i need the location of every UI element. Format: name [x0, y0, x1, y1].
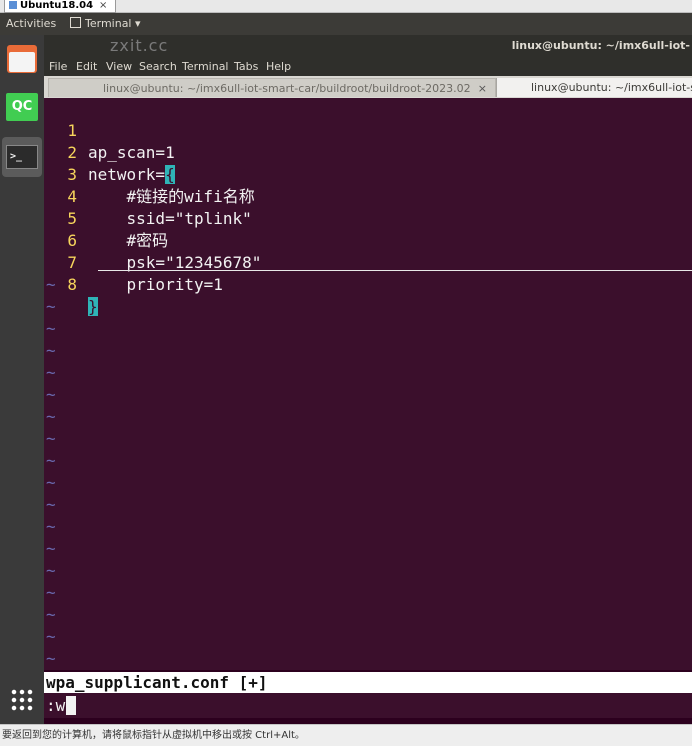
empty-line-tilde: ~ [46, 495, 56, 514]
code-line: 7 priority=1 [44, 230, 692, 294]
code-line: 5 #密码 [44, 186, 692, 250]
activities-button[interactable]: Activities [6, 13, 56, 35]
menu-view[interactable]: View [106, 57, 132, 76]
files-app-icon[interactable] [2, 39, 42, 79]
top-panel: Activities Terminal ▾ [0, 13, 692, 35]
empty-line-tilde: ~ [46, 341, 56, 360]
empty-line-tilde: ~ [46, 473, 56, 492]
files-drawer-icon [9, 52, 35, 72]
tab-label: linux@ubuntu: ~/imx6ull-iot-smart-car/bu… [103, 82, 471, 95]
cursorline-underline [98, 270, 692, 271]
text-cursor [66, 696, 76, 715]
empty-line-tilde: ~ [46, 407, 56, 426]
vm-title-strip: Ubuntu18.04 × [0, 0, 692, 13]
terminal-glyph: >_ [6, 145, 38, 169]
app-menu-label: Terminal ▾ [85, 17, 141, 30]
menu-edit[interactable]: Edit [76, 57, 97, 76]
vim-statusline: wpa_supplicant.conf [+] [44, 672, 692, 693]
qt-creator-label: QC [6, 93, 38, 121]
line-text: priority=1 [88, 275, 223, 294]
empty-line-tilde: ~ [46, 649, 56, 668]
empty-line-tilde: ~ [46, 627, 56, 646]
vim-command-line[interactable]: :w [44, 693, 692, 718]
app-grid-icon [10, 688, 34, 712]
empty-line-tilde: ~ [46, 297, 56, 316]
empty-line-tilde: ~ [46, 429, 56, 448]
code-line: 2 network={ [44, 120, 692, 184]
line-content: } [88, 296, 98, 318]
empty-line-tilde: ~ [46, 385, 56, 404]
empty-line-tilde: ~ [46, 605, 56, 624]
vm-hint-text: 要返回到您的计算机，请将鼠标指针从虚拟机中移出或按 Ctrl+Alt。 [2, 730, 305, 741]
tab-buildroot[interactable]: linux@ubuntu: ~/imx6ull-iot-smart-car/bu… [48, 78, 496, 97]
tab-bar: linux@ubuntu: ~/imx6ull-iot-smart-car/bu… [44, 76, 692, 99]
dock: QC >_ [0, 35, 44, 745]
terminal-icon [70, 17, 81, 28]
vm-hint-bar: 要返回到您的计算机，请将鼠标指针从虚拟机中移出或按 Ctrl+Alt。 [0, 724, 692, 746]
watermark: zxit.cc [110, 36, 169, 55]
empty-line-tilde: ~ [46, 583, 56, 602]
empty-line-tilde: ~ [46, 319, 56, 338]
empty-line-tilde: ~ [46, 561, 56, 580]
window-title: linux@ubuntu: ~/imx6ull-iot- [511, 39, 690, 52]
menu-terminal[interactable]: Terminal [182, 57, 229, 76]
empty-line-tilde: ~ [46, 539, 56, 558]
empty-line-tilde: ~ [46, 517, 56, 536]
show-applications-icon[interactable] [2, 680, 42, 720]
menu-search[interactable]: Search [139, 57, 177, 76]
app-menu-terminal[interactable]: Terminal ▾ [70, 13, 141, 35]
close-icon[interactable]: × [99, 0, 107, 11]
menu-tabs[interactable]: Tabs [234, 57, 258, 76]
menu-help[interactable]: Help [266, 57, 291, 76]
code-line: 6 psk="12345678" [44, 208, 692, 272]
qt-creator-icon[interactable]: QC [2, 87, 42, 127]
tab-label: linux@ubuntu: ~/imx6ull-iot-sma [531, 81, 692, 94]
command-text: :w [46, 696, 66, 715]
vm-icon [9, 1, 17, 9]
empty-line-tilde: ~ [46, 363, 56, 382]
menu-file[interactable]: File [49, 57, 67, 76]
status-filename: wpa_supplicant.conf [+] [46, 673, 268, 692]
empty-line-tilde: ~ [46, 275, 56, 294]
empty-line-tilde: ~ [46, 451, 56, 470]
menubar: File Edit View Search Terminal Tabs Help [44, 57, 692, 76]
code-line: 1 ap_scan=1 [44, 98, 692, 162]
tab-active[interactable]: linux@ubuntu: ~/imx6ull-iot-sma [496, 78, 692, 97]
terminal-app-icon[interactable]: >_ [2, 137, 42, 177]
cursor-brace: } [88, 297, 98, 316]
vim-editor[interactable]: 1 ap_scan=1 2 network={ 3 #链接的wifi名称 4 s… [44, 98, 692, 670]
vm-tab-label: Ubuntu18.04 [20, 0, 94, 11]
code-line: 4 ssid="tplink" [44, 164, 692, 228]
code-line: 3 #链接的wifi名称 [44, 142, 692, 206]
close-icon[interactable]: × [478, 79, 487, 97]
vm-tab[interactable]: Ubuntu18.04 × [4, 0, 117, 13]
